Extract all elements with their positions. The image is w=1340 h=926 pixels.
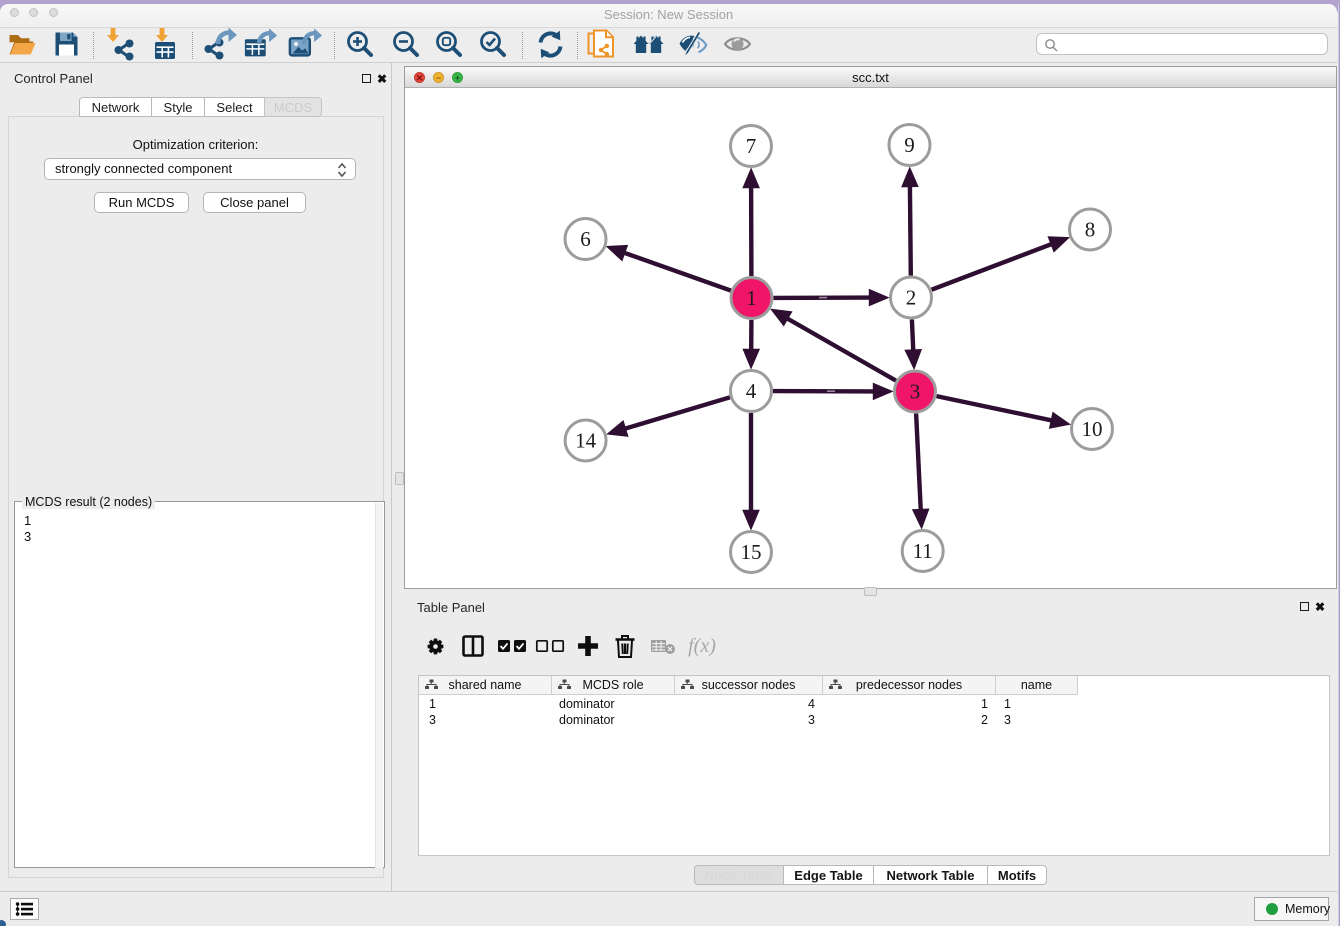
svg-text:3: 3 (910, 380, 921, 404)
svg-text:14: 14 (575, 429, 597, 453)
svg-text:2: 2 (906, 286, 917, 310)
svg-text:7: 7 (746, 134, 757, 158)
svg-text:8: 8 (1085, 218, 1096, 242)
svg-text:10: 10 (1082, 417, 1103, 441)
svg-text:9: 9 (904, 133, 915, 157)
svg-text:15: 15 (741, 540, 762, 564)
svg-text:1: 1 (746, 286, 757, 310)
svg-text:6: 6 (580, 227, 591, 251)
svg-text:11: 11 (913, 539, 933, 563)
svg-text:4: 4 (746, 379, 757, 403)
